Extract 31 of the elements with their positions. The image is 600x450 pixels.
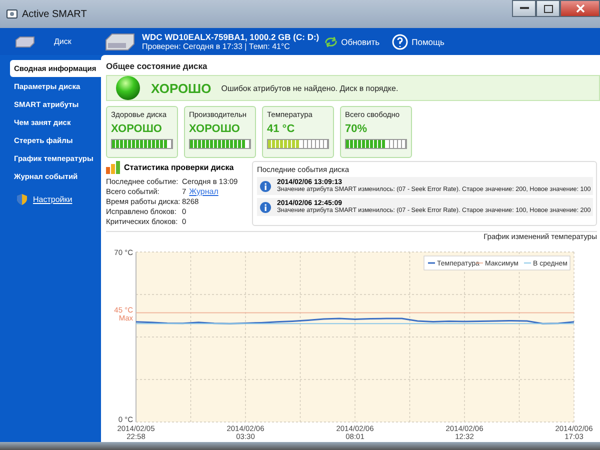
status-ball-icon [115,75,141,101]
drive-status: Проверен: Сегодня в 17:33 | Темп: 41°C [142,42,291,51]
log-link[interactable]: Журнал [189,186,218,196]
drive-name: WDC WD10EALX-759BA1, 1000.2 GB (C: D:) [142,32,320,42]
settings-link[interactable]: Настройки [33,195,72,204]
maximize-icon [544,4,552,12]
stats-title: Статистика проверки диска [124,163,234,172]
card-value: 41 °C [267,123,296,135]
info-icon [260,202,271,212]
window-title: Active SMART [22,8,87,20]
card-value: ХОРОШО [111,123,163,135]
close-button[interactable] [560,0,600,17]
card-value: ХОРОШО [189,123,241,135]
app-icon [6,8,18,20]
status-text: ХОРОШО [151,80,212,96]
hard-drive-icon [104,32,136,52]
disk-button[interactable]: Диск [14,36,104,48]
bar-stats-icon [106,161,120,174]
close-icon [576,4,584,13]
refresh-icon [325,36,338,46]
status-message: Ошибок атрибутов не найдено. Диск в порядке. [221,84,398,92]
help-icon [392,34,408,50]
refresh-button[interactable]: Обновить [319,36,386,46]
shield-icon [17,194,27,205]
card-value: 70% [345,123,368,135]
help-button[interactable]: Помощь [386,34,450,50]
info-icon [260,180,271,192]
maximize-button[interactable] [536,0,560,17]
minimize-icon [520,7,528,10]
section-title: Общее состояние диска [106,61,208,71]
minimize-button[interactable] [512,0,536,17]
